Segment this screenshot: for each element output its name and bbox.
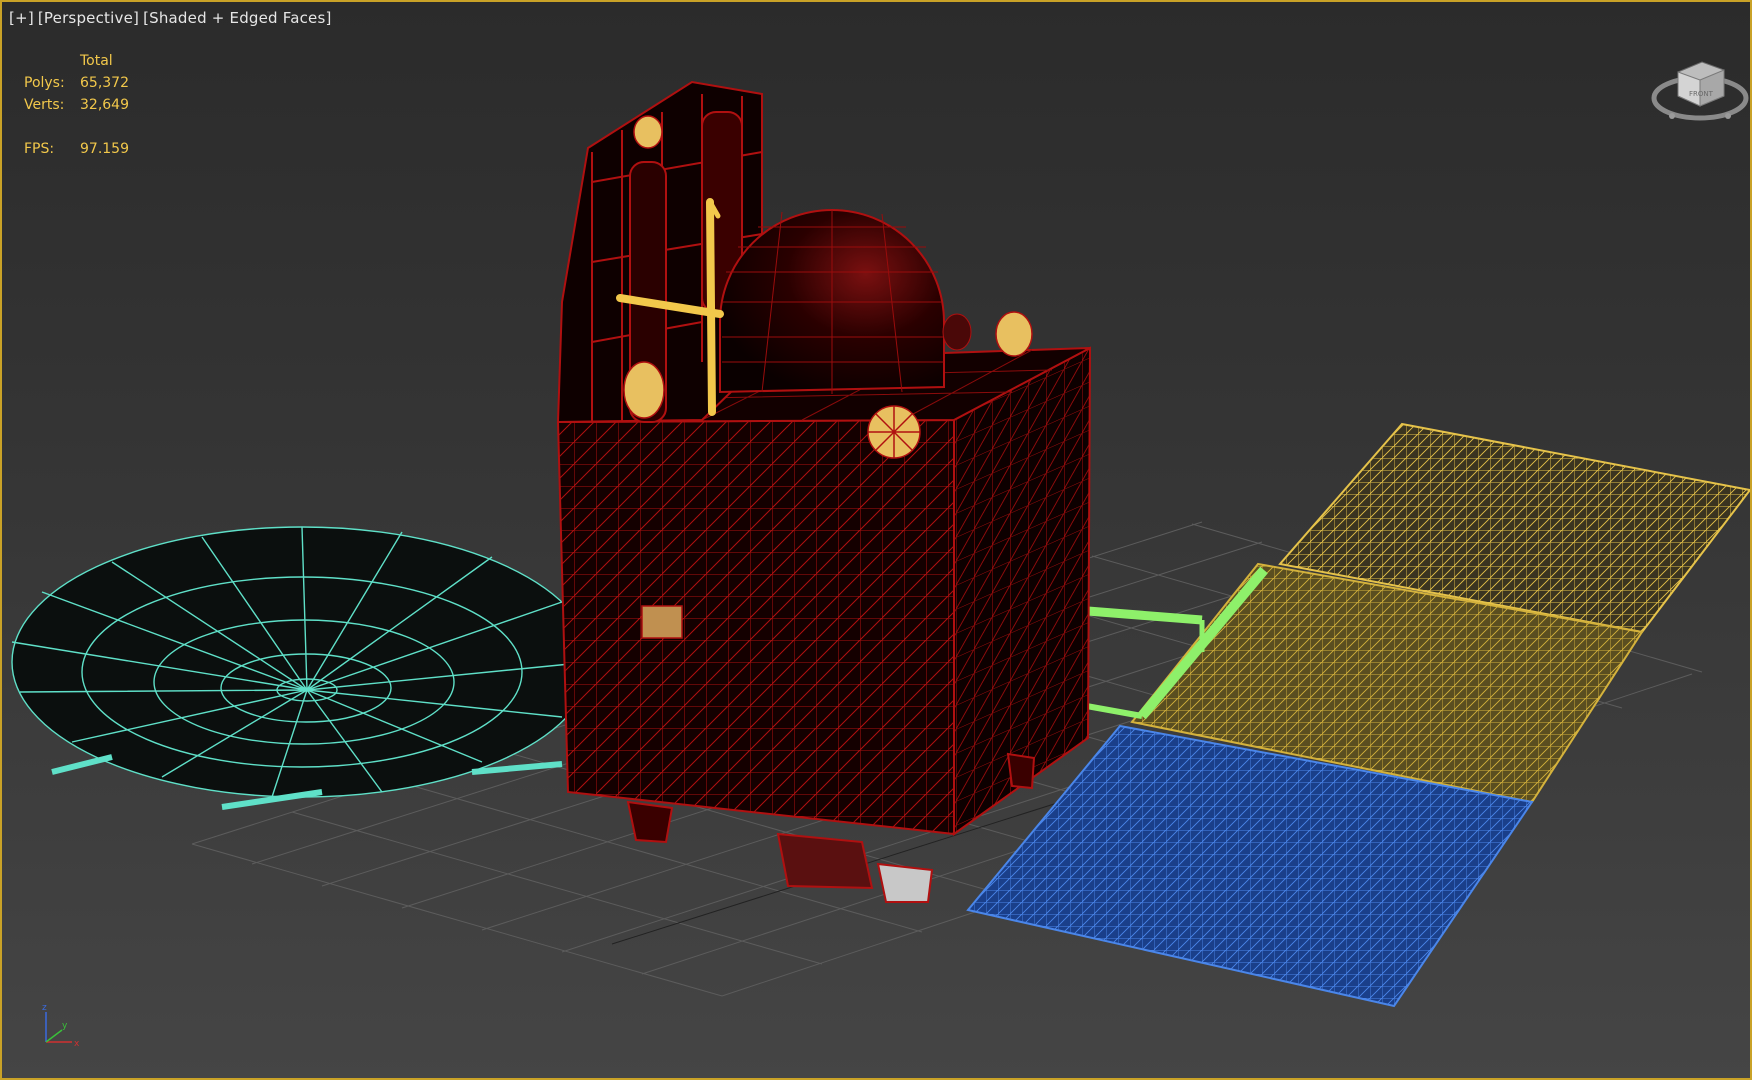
viewport-shading-menu[interactable]: [Shaded + Edged Faces] — [143, 9, 331, 27]
axis-z-label: z — [42, 1003, 47, 1013]
viewport-view-menu[interactable]: [Perspective] — [38, 9, 139, 27]
stats-verts-label: Verts: — [24, 97, 65, 113]
viewcube[interactable]: FRONT — [1650, 46, 1750, 130]
viewport-label: [+] [Perspective] [Shaded + Edged Faces] — [9, 9, 332, 27]
viewport-statistics: Total Polys: 65,372 Verts: 32,649 FPS: 97.1… — [24, 50, 160, 160]
dome[interactable] — [719, 209, 972, 394]
scene-3d[interactable] — [2, 2, 1750, 1078]
stats-polys-value: 65,372 — [80, 75, 129, 91]
stats-polys-label: Polys: — [24, 75, 65, 91]
axis-x-label: x — [74, 1039, 80, 1049]
axis-tripod: z x y — [42, 1003, 80, 1049]
stats-verts-value: 32,649 — [80, 97, 129, 113]
stats-fps-value: 97.159 — [80, 141, 129, 157]
viewport-menu-plus[interactable]: [+] — [9, 9, 34, 27]
viewcube-face-label: FRONT — [1689, 90, 1714, 98]
dish-antenna[interactable] — [11, 526, 593, 810]
stats-total-header: Total — [80, 53, 113, 69]
axis-y-label: y — [62, 1021, 68, 1031]
perspective-viewport[interactable]: [+] [Perspective] [Shaded + Edged Faces]… — [0, 0, 1752, 1080]
stats-fps-label: FPS: — [24, 141, 55, 157]
